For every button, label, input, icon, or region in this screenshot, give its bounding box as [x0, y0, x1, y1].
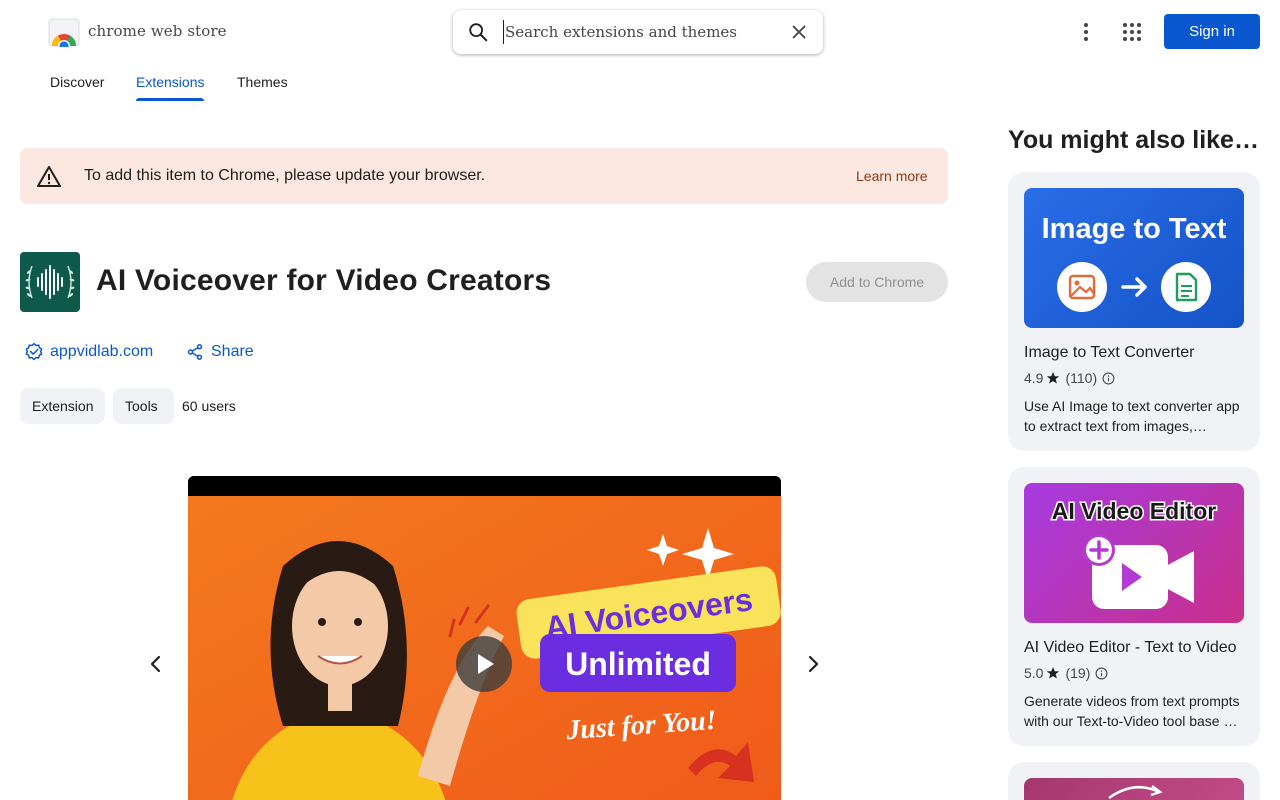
card-description: Use AI Image to text converter app to ex… [1024, 398, 1240, 434]
card-rating: 5.0 (19) [1024, 665, 1108, 681]
active-tab-indicator [136, 98, 204, 101]
card-description: Generate videos from text prompts with o… [1024, 693, 1240, 729]
rating-value: 5.0 [1024, 665, 1044, 681]
google-apps-icon[interactable] [1120, 20, 1144, 44]
card-thumbnail [1024, 778, 1244, 800]
card-name[interactable]: AI Video Editor - Text to Video [1024, 639, 1237, 657]
add-to-chrome-button[interactable]: Add to Chrome [806, 262, 948, 302]
extension-icon [20, 252, 80, 312]
card-thumbnail: AI Video Editor [1024, 483, 1244, 623]
next-slide-icon[interactable] [801, 652, 825, 676]
info-icon[interactable] [1102, 372, 1115, 385]
previous-slide-icon[interactable] [144, 652, 168, 676]
star-icon [1047, 372, 1060, 384]
recommendations-title: You might also like… [1008, 126, 1259, 154]
search-icon[interactable] [467, 21, 489, 43]
publisher-name[interactable]: appvidlab.com [50, 343, 153, 361]
rating-count: (110) [1065, 370, 1098, 386]
promo-headline-2: Unlimited [565, 646, 711, 682]
recommendation-card-ai-video-editor[interactable]: AI Video Editor AI Video Editor - Text t… [1008, 467, 1260, 746]
card-thumb-title: Image to Text [1042, 213, 1227, 245]
user-count: 60 users [182, 398, 236, 414]
rating-count: (19) [1065, 665, 1091, 681]
rating-value: 4.9 [1024, 370, 1044, 386]
share-icon [187, 344, 203, 360]
card-rating: 4.9 (110) [1024, 370, 1115, 386]
chip-tools[interactable]: Tools [113, 388, 174, 424]
warning-icon [37, 166, 61, 187]
search-input[interactable] [503, 20, 773, 44]
extension-title: AI Voiceover for Video Creators [96, 264, 552, 297]
play-icon [478, 654, 494, 674]
card-name[interactable]: Image to Text Converter [1024, 344, 1194, 362]
play-button[interactable] [456, 636, 512, 692]
learn-more-link[interactable]: Learn more [856, 168, 928, 184]
banner-message: To add this item to Chrome, please updat… [84, 167, 486, 184]
top-bar: chrome web store Sign in [0, 0, 1280, 64]
card-thumbnail: Image to Text [1024, 188, 1244, 328]
chip-extension[interactable]: Extension [20, 388, 105, 424]
tab-extensions[interactable]: Extensions [136, 74, 204, 90]
chrome-web-store-logo[interactable] [48, 17, 80, 47]
card-thumb-title: AI Video Editor [1052, 498, 1216, 524]
info-icon[interactable] [1095, 667, 1108, 680]
tab-themes[interactable]: Themes [237, 74, 288, 90]
verified-publisher-icon [25, 342, 43, 361]
store-name[interactable]: chrome web store [88, 22, 227, 40]
clear-search-icon[interactable] [788, 21, 810, 43]
sign-in-button[interactable]: Sign in [1164, 14, 1260, 49]
tab-discover[interactable]: Discover [50, 74, 104, 90]
recommendation-card-image-to-text[interactable]: Image to Text Image to Text Converter 4.… [1008, 172, 1260, 451]
recommendation-card-partial[interactable] [1008, 762, 1260, 800]
more-options-icon[interactable] [1074, 20, 1098, 44]
search-bar [453, 10, 823, 54]
star-icon [1047, 667, 1060, 679]
share-label[interactable]: Share [211, 343, 254, 361]
update-browser-banner: To add this item to Chrome, please updat… [20, 148, 948, 204]
